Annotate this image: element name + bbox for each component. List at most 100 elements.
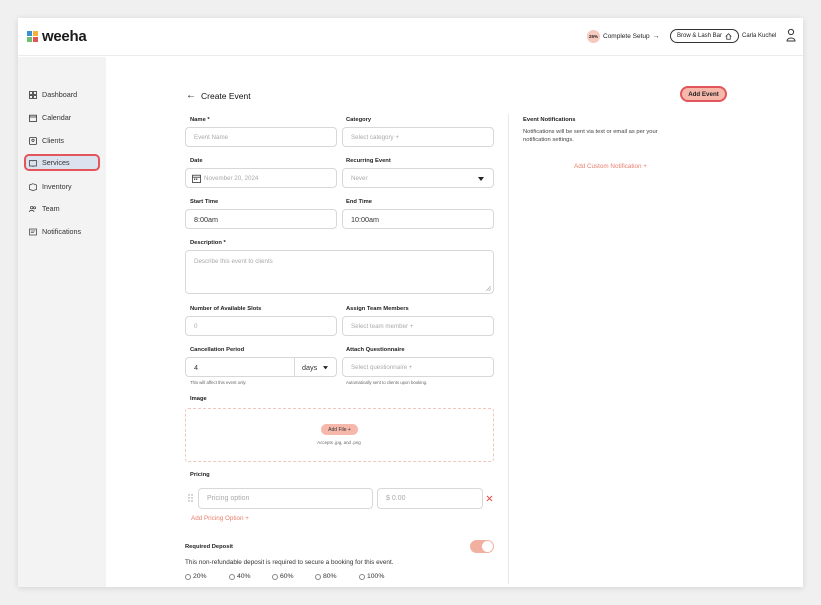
complete-setup-link[interactable]: 25% Complete Setup → [587,30,660,43]
toggle-knob [482,541,493,552]
caret-down-icon [323,366,328,370]
team-icon [29,205,37,212]
business-selector[interactable]: Brow & Lash Bar [670,29,740,43]
notifications-info-line-2: notification settings. [523,137,574,143]
cancellation-hint: This will affect this event only. [190,380,247,385]
end-time-input[interactable]: 10:00am [342,209,494,229]
setup-label: Complete Setup [603,33,650,40]
home-icon [725,32,732,40]
page-title: ← Create Event [186,90,251,101]
recurring-select[interactable]: Never [342,168,494,188]
radio-icon [272,573,278,580]
setup-progress-badge: 25% [587,30,600,43]
radio-icon [359,573,365,580]
deposit-toggle[interactable] [470,540,494,553]
calendar-icon [192,174,201,183]
sidebar-item-notifications[interactable]: Notifications [24,223,100,240]
sidebar-item-team[interactable]: Team [24,200,100,217]
add-pricing-option-link[interactable]: Add Pricing Option + [191,515,249,522]
radio-icon [185,573,191,580]
date-picker[interactable]: November 20, 2024 [185,168,337,188]
top-header: weeha 25% Complete Setup → Brow & Lash B… [18,18,803,56]
description-textarea[interactable]: Describe this event to clients [185,250,494,294]
add-file-button[interactable]: Add File + [321,424,358,435]
sidebar-item-calendar[interactable]: Calendar [24,109,100,126]
start-time-input[interactable]: 8:00am [185,209,337,229]
sidebar-item-label: Dashboard [42,90,78,99]
cancellation-unit-select[interactable]: days [294,357,337,377]
add-custom-notification-link[interactable]: Add Custom Notification + [574,163,647,170]
cancellation-period-input[interactable]: 4 [185,357,295,377]
sidebar-item-label: Team [42,204,60,213]
brand-name: weeha [42,28,87,45]
deposit-description: This non-refundable deposit is required … [185,559,394,566]
sidebar-item-inventory[interactable]: Inventory [24,178,100,195]
cancellation-unit-value: days [302,362,318,372]
notifications-icon [29,228,37,235]
remove-icon[interactable] [486,495,493,502]
category-label: Category [346,117,372,123]
end-time-label: End Time [346,199,372,205]
logo-mark-icon [27,31,38,42]
back-arrow-icon[interactable]: ← [186,90,196,101]
pricing-label: Pricing [190,472,210,478]
dashboard-icon [29,90,37,99]
cancellation-label: Cancellation Period [190,347,245,353]
sidebar-item-dashboard[interactable]: Dashboard [24,86,100,103]
questionnaire-label: Attach Questionnaire [346,347,405,353]
description-label: Description * [190,240,226,246]
deposit-option-80[interactable]: 80% [315,573,337,580]
questionnaire-select[interactable]: Select questionnaire + [342,357,494,377]
add-event-button[interactable]: Add Event [680,86,727,102]
recurring-label: Recurring Event [346,158,391,164]
services-icon [29,159,37,167]
business-name: Brow & Lash Bar [677,33,723,39]
image-label: Image [190,396,207,402]
column-divider [508,114,509,584]
clients-icon [29,136,37,145]
category-select[interactable]: Select category + [342,127,494,147]
name-label: Name * [190,117,210,123]
user-name: Carla Kuchel [742,33,777,39]
deposit-option-label: 100% [367,573,385,580]
sidebar-item-label: Notifications [42,227,82,236]
accepts-file-types: Accepts .jpg, and .png [317,440,361,445]
app-window: weeha 25% Complete Setup → Brow & Lash B… [18,18,803,587]
sidebar-item-label: Inventory [42,182,72,191]
user-icon[interactable] [786,28,796,42]
deposit-option-100[interactable]: 100% [359,573,384,580]
deposit-option-label: 60% [280,573,294,580]
team-label: Assign Team Members [346,306,409,312]
sidebar-item-clients[interactable]: Clients [24,132,100,149]
radio-icon [229,573,235,580]
questionnaire-hint: Automatically sent to clients upon booki… [346,380,428,385]
pricing-option-input[interactable]: Pricing option [198,488,373,509]
radio-icon [315,573,321,580]
sidebar-item-services[interactable]: Services [24,154,100,171]
deposit-label: Required Deposit [185,544,233,550]
deposit-option-label: 40% [237,573,251,580]
arrow-right-icon: → [652,33,660,40]
slots-label: Number of Available Slots [190,306,262,312]
start-time-label: Start Time [190,199,219,205]
deposit-option-40[interactable]: 40% [229,573,251,580]
team-member-select[interactable]: Select team member + [342,316,494,336]
image-dropzone[interactable] [185,408,494,462]
deposit-option-60[interactable]: 60% [272,573,294,580]
deposit-option-label: 20% [193,573,207,580]
brand-logo[interactable]: weeha [27,28,87,45]
sidebar: Dashboard Calendar Clients Services Inve… [18,57,106,587]
recurring-value: Never [351,174,368,182]
event-name-input[interactable]: Event Name [185,127,337,147]
sidebar-item-label: Calendar [42,113,72,122]
main-content: ← Create Event Add Event Name * Event Na… [106,57,803,587]
drag-handle-icon[interactable] [188,494,193,502]
resize-handle-icon[interactable] [486,286,491,291]
deposit-option-20[interactable]: 20% [185,573,207,580]
inventory-icon [29,182,37,191]
available-slots-input[interactable]: 0 [185,316,337,336]
price-input[interactable]: $ 0.00 [377,488,483,509]
calendar-icon [29,114,37,122]
sidebar-item-label: Clients [42,136,64,145]
event-notifications-title: Event Notifications [523,117,576,123]
